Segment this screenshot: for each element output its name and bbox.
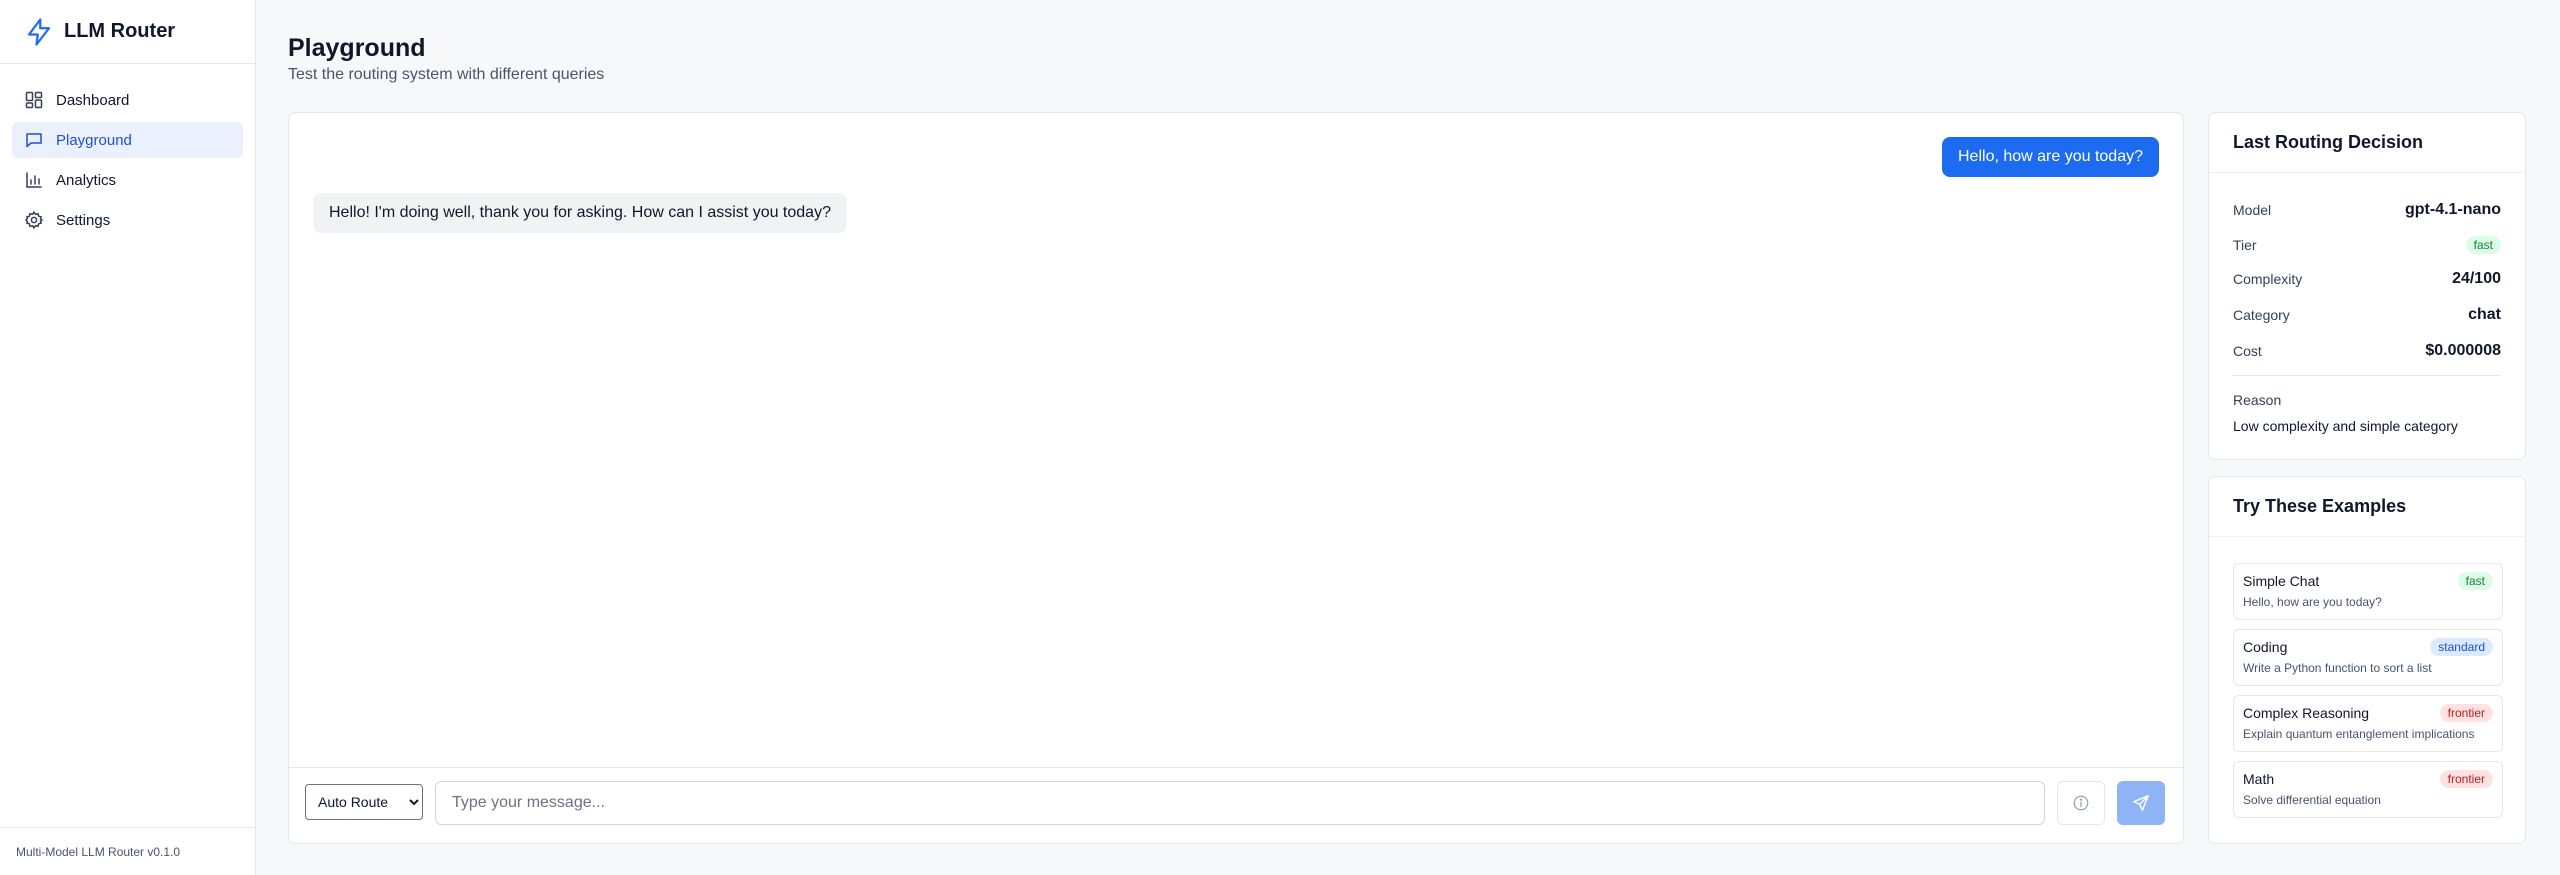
example-title: Complex Reasoning: [2243, 705, 2370, 721]
app-name: LLM Router: [64, 20, 176, 42]
grid-icon: [25, 91, 43, 109]
model-label: Model: [2233, 202, 2272, 218]
sidebar-item-label: Analytics: [56, 171, 117, 189]
example-description: Write a Python function to sort a list: [2243, 661, 2432, 675]
sidebar-item-label: Dashboard: [56, 91, 130, 109]
complexity-label: Complexity: [2233, 271, 2303, 287]
tier-badge: standard: [2430, 638, 2493, 656]
sidebar-item-analytics[interactable]: Analytics: [12, 162, 243, 198]
sidebar-item-label: Playground: [56, 131, 132, 149]
reason-label: Reason: [2233, 392, 2282, 408]
sidebar-item-dashboard[interactable]: Dashboard: [12, 82, 243, 118]
send-icon: [2133, 795, 2149, 811]
sidebar-nav: Dashboard Playground Analytics Settings: [0, 64, 255, 260]
category-value: chat: [2468, 306, 2501, 323]
examples-title: Try These Examples: [2209, 477, 2525, 537]
tier-badge: fast: [2457, 572, 2493, 590]
example-complex-reasoning[interactable]: Complex Reasoning frontier Explain quant…: [2233, 695, 2503, 752]
page-subtitle: Test the routing system with different q…: [288, 66, 605, 83]
example-title: Simple Chat: [2243, 573, 2320, 589]
page-title: Playground: [288, 34, 426, 62]
info-button[interactable]: [2057, 781, 2105, 825]
routing-decision-card: Last Routing Decision Model gpt-4.1-nano…: [2208, 112, 2526, 460]
routing-decision-title: Last Routing Decision: [2209, 113, 2525, 173]
tier-label: Tier: [2233, 237, 2257, 253]
sidebar: LLM Router Dashboard Playground Analytic…: [0, 0, 256, 875]
tier-badge: fast: [2465, 236, 2501, 254]
model-value: gpt-4.1-nano: [2405, 201, 2501, 218]
category-label: Category: [2233, 307, 2290, 323]
example-description: Solve differential equation: [2243, 793, 2381, 807]
message-input[interactable]: [435, 781, 2045, 825]
gear-icon: [25, 211, 43, 229]
assistant-message: Hello! I'm doing well, thank you for ask…: [313, 193, 847, 233]
lightning-icon: [27, 17, 51, 46]
info-icon: [2073, 795, 2089, 811]
chat-panel: Hello, how are you today? Hello! I'm doi…: [288, 112, 2184, 844]
send-button[interactable]: [2117, 781, 2165, 825]
category-row: Category chat: [2233, 306, 2501, 324]
example-title: Math: [2243, 771, 2275, 787]
example-description: Explain quantum entanglement implication…: [2243, 727, 2475, 741]
tier-row: Tier fast: [2233, 236, 2501, 254]
version-label: Multi-Model LLM Router v0.1.0: [0, 827, 255, 875]
chat-input-bar: Auto Route: [289, 767, 2183, 843]
cost-value: $0.000008: [2425, 342, 2501, 359]
cost-label: Cost: [2233, 343, 2262, 359]
examples-card: Try These Examples Simple Chat fast Hell…: [2208, 476, 2526, 844]
reason-value: Low complexity and simple category: [2233, 418, 2458, 434]
user-message: Hello, how are you today?: [1942, 137, 2159, 177]
brand[interactable]: LLM Router: [0, 0, 255, 64]
message-square-icon: [26, 133, 42, 148]
example-title: Coding: [2243, 639, 2288, 655]
tier-badge: frontier: [2439, 704, 2493, 722]
sidebar-item-label: Settings: [56, 211, 111, 229]
sidebar-item-settings[interactable]: Settings: [12, 202, 243, 238]
divider: [2233, 375, 2501, 376]
complexity-row: Complexity 24/100: [2233, 270, 2501, 288]
route-mode-select[interactable]: Auto Route: [305, 784, 423, 820]
example-simple-chat[interactable]: Simple Chat fast Hello, how are you toda…: [2233, 563, 2503, 620]
sidebar-item-playground[interactable]: Playground: [12, 122, 243, 158]
example-description: Hello, how are you today?: [2243, 595, 2382, 609]
tier-badge: frontier: [2439, 770, 2493, 788]
example-math[interactable]: Math frontier Solve differential equatio…: [2233, 761, 2503, 818]
bar-chart-icon: [26, 172, 42, 188]
model-row: Model gpt-4.1-nano: [2233, 201, 2501, 219]
complexity-value: 24/100: [2452, 270, 2501, 287]
example-coding[interactable]: Coding standard Write a Python function …: [2233, 629, 2503, 686]
cost-row: Cost $0.000008: [2233, 342, 2501, 360]
